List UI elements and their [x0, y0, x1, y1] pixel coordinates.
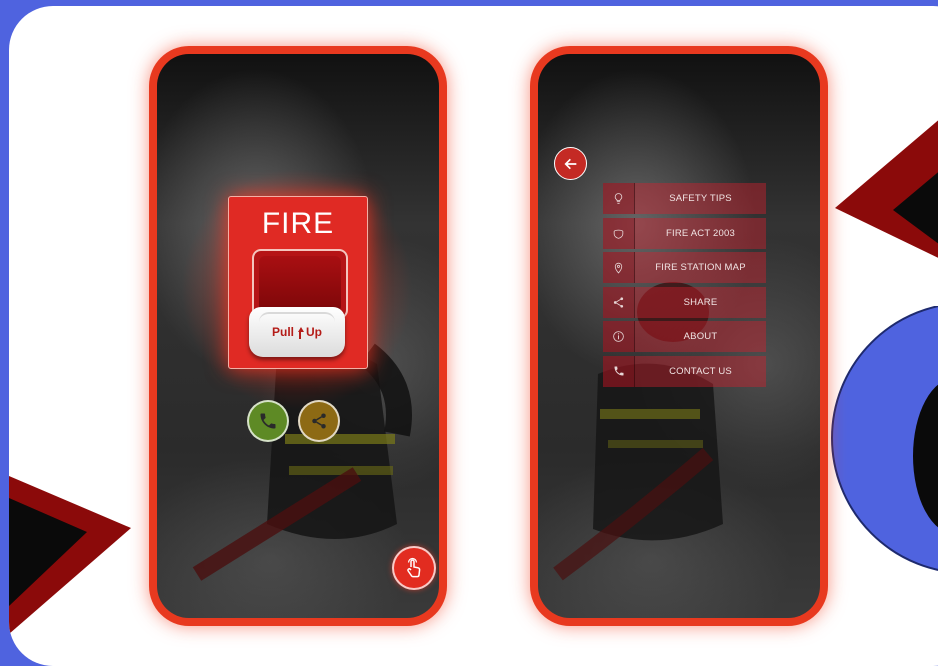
menu-label: FIRE ACT 2003 [666, 227, 735, 239]
menu-label: CONTACT US [669, 365, 732, 377]
back-button[interactable] [554, 147, 587, 180]
pull-label: Pull [271, 325, 294, 339]
menu-item-safety-tips[interactable]: SAFETY TIPS [603, 183, 766, 214]
phone-alarm-screen: FIRE Pull Up [149, 46, 447, 626]
pull-up-button[interactable]: Pull Up [249, 307, 345, 357]
menu-item-share[interactable]: SHARE [603, 286, 766, 318]
menu-item-fire-station-map[interactable]: FIRE STATION MAP [603, 252, 766, 284]
touch-button[interactable] [392, 546, 436, 590]
fire-alarm-box: FIRE Pull Up [228, 196, 368, 369]
showcase-card: FIRE Pull Up SAFETY TIPS FIRE ACT 2003 F… [9, 6, 938, 666]
menu-label: ABOUT [683, 331, 718, 343]
lightbulb-icon [614, 193, 623, 204]
share-icon [312, 413, 326, 429]
arrow-left-icon [563, 158, 576, 169]
menu-item-fire-act[interactable]: FIRE ACT 2003 [603, 217, 766, 249]
decorative-circle [831, 306, 938, 571]
menu-label: SHARE [683, 296, 718, 308]
menu-item-contact-us[interactable]: CONTACT US [603, 355, 766, 387]
map-pin-icon [614, 263, 623, 274]
share-button[interactable] [298, 400, 340, 442]
arrow-up-icon [297, 326, 304, 339]
menu-screen: SAFETY TIPS FIRE ACT 2003 FIRE STATION M… [538, 54, 820, 618]
menu-label: FIRE STATION MAP [655, 262, 746, 274]
main-menu: SAFETY TIPS FIRE ACT 2003 FIRE STATION M… [603, 183, 766, 391]
phone-menu-screen: SAFETY TIPS FIRE ACT 2003 FIRE STATION M… [530, 46, 828, 626]
hand-tap-icon [407, 557, 421, 578]
phone-icon [614, 366, 623, 376]
phone-icon [260, 413, 276, 429]
badge-icon [613, 229, 624, 239]
decorative-triangle-left [9, 476, 131, 634]
info-icon [613, 331, 624, 343]
decorative-triangle-right [835, 120, 938, 258]
up-label: Up [306, 325, 322, 339]
alarm-screen: FIRE Pull Up [157, 54, 439, 618]
share-icon [613, 297, 624, 308]
call-button[interactable] [247, 400, 289, 442]
alarm-title: FIRE [261, 207, 335, 240]
menu-item-about[interactable]: ABOUT [603, 321, 766, 353]
menu-label: SAFETY TIPS [669, 193, 732, 204]
